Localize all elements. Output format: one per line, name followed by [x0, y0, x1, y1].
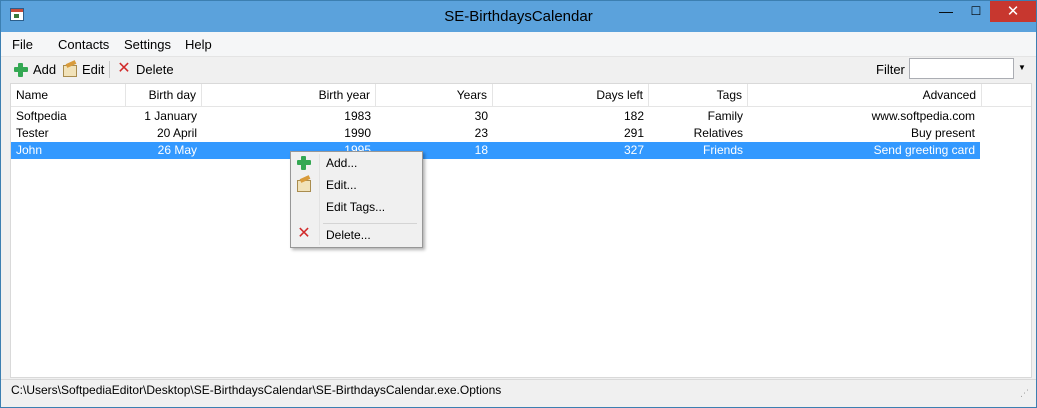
table-row[interactable]: Tester 20 April 1990 23 291 Relatives Bu… — [11, 125, 980, 142]
context-delete-item[interactable]: ✕ Delete... — [293, 224, 420, 246]
delete-button[interactable]: ✕ Delete — [116, 59, 174, 78]
column-header-years[interactable]: Years — [376, 84, 493, 106]
menu-contacts[interactable]: Contacts — [58, 37, 109, 52]
list-header: Name Birth day Birth year Years Days lef… — [11, 84, 1031, 107]
plus-icon — [13, 62, 29, 78]
cell-birth-day: 20 April — [156, 126, 197, 140]
cell-advanced: Buy present — [910, 126, 975, 140]
delete-button-label: Delete — [136, 62, 174, 77]
cell-days-left: 182 — [623, 109, 644, 123]
close-button[interactable]: ✕ — [990, 1, 1036, 22]
delete-icon: ✕ — [117, 59, 131, 77]
filter-input[interactable] — [909, 58, 1014, 79]
edit-icon — [62, 62, 78, 78]
cell-birth-year: 1990 — [344, 126, 371, 140]
cell-birth-day: 26 May — [157, 143, 197, 157]
column-header-days-left[interactable]: Days left — [493, 84, 649, 106]
cell-name: Tester — [16, 126, 49, 140]
edit-button[interactable]: Edit — [62, 61, 104, 78]
chevron-down-icon[interactable]: ▼ — [1017, 61, 1027, 75]
context-edit-label: Edit... — [326, 178, 357, 192]
cell-birth-year: 1983 — [344, 109, 371, 123]
window-title: SE-BirthdaysCalendar — [444, 8, 593, 25]
table-row[interactable]: Softpedia 1 January 1983 30 182 Family w… — [11, 108, 980, 125]
cell-tags: Family — [707, 109, 743, 123]
column-header-birth-year[interactable]: Birth year — [202, 84, 376, 106]
table-row-selected[interactable]: John 26 May 1995 18 327 Friends Send gre… — [11, 142, 980, 159]
cell-birth-day: 1 January — [144, 109, 197, 123]
cell-tags: Relatives — [693, 126, 743, 140]
cell-days-left: 291 — [623, 126, 644, 140]
menu-bar: File Contacts Settings Help — [1, 32, 1036, 57]
column-header-birth-day[interactable]: Birth day — [126, 84, 202, 106]
context-add-label: Add... — [326, 156, 358, 170]
title-bar[interactable]: SE-BirthdaysCalendar — ☐ ✕ — [1, 1, 1036, 32]
add-button[interactable]: Add — [13, 61, 56, 78]
column-header-tags[interactable]: Tags — [649, 84, 748, 106]
plus-icon — [296, 155, 312, 171]
context-edit-item[interactable]: Edit... — [293, 174, 420, 196]
contacts-list[interactable]: Name Birth day Birth year Years Days lef… — [10, 83, 1032, 378]
cell-years: 30 — [474, 109, 488, 123]
context-delete-label: Delete... — [326, 228, 371, 242]
edit-button-label: Edit — [82, 62, 105, 77]
resize-grip-icon[interactable]: ⋰ — [1020, 388, 1030, 398]
cell-years: 23 — [474, 126, 488, 140]
context-edit-tags-label: Edit Tags... — [326, 200, 386, 214]
status-bar: C:\Users\SoftpediaEditor\Desktop\SE-Birt… — [1, 379, 1036, 402]
cell-tags: Friends — [702, 143, 743, 157]
context-add-item[interactable]: Add... — [293, 152, 420, 174]
cell-advanced: www.softpedia.com — [871, 109, 975, 123]
minimize-button[interactable]: — — [932, 1, 960, 22]
maximize-button[interactable]: ☐ — [962, 1, 990, 22]
cell-days-left: 327 — [623, 143, 644, 157]
column-header-name[interactable]: Name — [11, 84, 126, 106]
menu-help[interactable]: Help — [185, 37, 212, 52]
status-path: C:\Users\SoftpediaEditor\Desktop\SE-Birt… — [11, 383, 502, 397]
delete-icon: ✕ — [297, 225, 311, 242]
app-window: SE-BirthdaysCalendar — ☐ ✕ File Contacts… — [0, 0, 1037, 408]
cell-name: John — [16, 143, 43, 157]
context-menu: Add... Edit... Edit Tags... ✕ Delete... — [290, 151, 423, 248]
add-button-label: Add — [33, 62, 57, 77]
menu-file[interactable]: File — [12, 37, 33, 52]
cell-advanced: Send greeting card — [873, 143, 975, 157]
toolbar-separator — [109, 61, 110, 78]
edit-icon — [296, 177, 312, 193]
context-edit-tags-item[interactable]: Edit Tags... — [293, 196, 420, 218]
menu-settings[interactable]: Settings — [124, 37, 171, 52]
cell-name: Softpedia — [16, 109, 67, 123]
filter-label: Filter — [876, 62, 905, 77]
column-header-advanced[interactable]: Advanced — [748, 84, 982, 106]
